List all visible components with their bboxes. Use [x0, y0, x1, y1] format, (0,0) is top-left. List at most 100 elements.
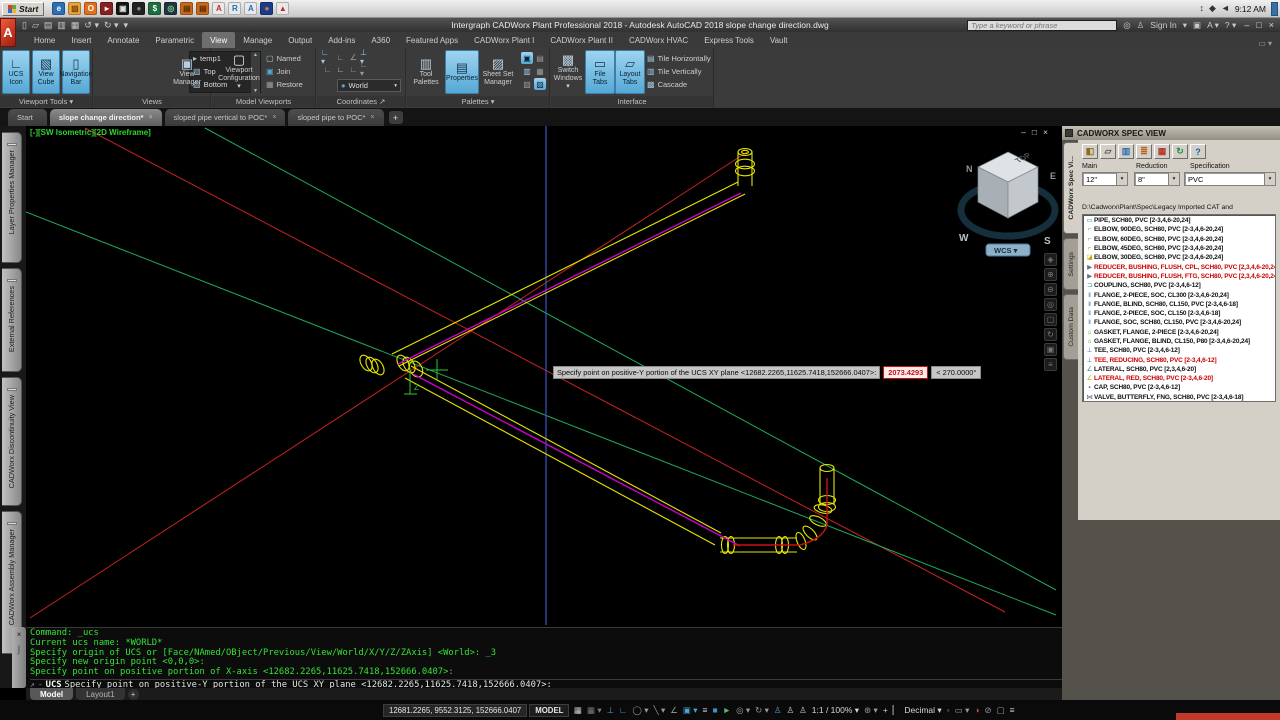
- chevron-down-icon[interactable]: ▾: [1264, 173, 1275, 185]
- spec-monitor-icon[interactable]: ▥: [1118, 144, 1134, 159]
- polar-tracking-icon[interactable]: ╲ ▾: [651, 703, 668, 718]
- spec-help-icon[interactable]: ?: [1190, 144, 1206, 159]
- distance-input[interactable]: 2073.4293: [883, 366, 929, 379]
- tray-network-icon[interactable]: ◆: [1209, 3, 1216, 14]
- qat-customize-icon[interactable]: ▾: [124, 20, 129, 31]
- tab-manage[interactable]: Manage: [235, 32, 280, 48]
- snap-mode-icon[interactable]: ▦ ▾: [584, 703, 604, 718]
- transparency-icon[interactable]: ■: [710, 703, 720, 718]
- search-input[interactable]: [967, 19, 1118, 31]
- new-tab-button[interactable]: +: [388, 111, 403, 124]
- panel-title-bar[interactable]: CADWORX SPEC VIEW: [1062, 126, 1280, 140]
- cascade-button[interactable]: ▩ Cascade: [647, 78, 711, 91]
- navigation-bar-button[interactable]: ▯ Navigation Bar: [59, 50, 93, 94]
- main-size-dropdown[interactable]: 12" ▾: [1082, 172, 1128, 186]
- model-tab[interactable]: Model: [30, 688, 74, 700]
- spec-item-tee-reducing[interactable]: ⊥ TEE, REDUCING, SCH80, PVC [2-3,4,6-12]: [1083, 355, 1275, 364]
- ribbon-minimize-icon[interactable]: ▭ ▾: [1258, 39, 1280, 48]
- grid-display-icon[interactable]: ▦: [571, 703, 584, 718]
- media-player-icon[interactable]: ▸: [100, 2, 114, 15]
- layout1-tab[interactable]: Layout1: [76, 688, 125, 700]
- viewport-configuration-button[interactable]: ▢ Viewport Configuration ▾: [216, 50, 262, 94]
- coordinates-readout[interactable]: 12681.2265, 9552.3125, 152666.0407: [383, 703, 528, 717]
- spec-item-elbow-45[interactable]: ⌐ ELBOW, 45DEG, SCH80, PVC [2-3,4,6-20,2…: [1083, 244, 1275, 253]
- spec-item-cap[interactable]: ▪ CAP, SCH80, PVC [2-3,4,6-12]: [1083, 383, 1275, 392]
- qat-saveas-icon[interactable]: ▥: [57, 20, 66, 31]
- spec-item-lateral[interactable]: ∠ LATERAL, SCH80, PVC [2,3,4,6-20]: [1083, 365, 1275, 374]
- object-snap-icon[interactable]: ▣ ▾: [680, 703, 700, 718]
- autocad-icon[interactable]: A: [212, 2, 226, 15]
- spec-item-coupling[interactable]: ⊐ COUPLING, SCH80, PVC [2-3,4,6-12]: [1083, 281, 1275, 290]
- chevron-down-icon[interactable]: ▾: [1116, 173, 1127, 185]
- view-manager-button[interactable]: ▣ View Manager: [168, 50, 206, 94]
- hardware-acceleration-icon[interactable]: ⊘: [982, 703, 994, 718]
- clock[interactable]: 9:12 AM: [1235, 4, 1266, 14]
- qat-undo-icon[interactable]: ↺ ▾: [84, 20, 99, 31]
- tab-cadworx-plant-1[interactable]: CADWorx Plant I: [466, 32, 542, 48]
- autoscale-icon[interactable]: ♙: [784, 703, 797, 718]
- firefox-icon[interactable]: ●: [260, 2, 274, 15]
- annotation-visibility-icon[interactable]: ♙: [771, 703, 784, 718]
- annotation-scale-people-icon[interactable]: ♙: [797, 703, 810, 718]
- qat-open-icon[interactable]: ▱: [32, 20, 39, 31]
- qat-plot-icon[interactable]: ▦: [71, 20, 80, 31]
- ucs-previous-button[interactable]: ∟: [334, 51, 347, 63]
- ucs-icon-button[interactable]: ∟ UCS Icon: [2, 50, 30, 94]
- close-icon[interactable]: ×: [1043, 127, 1048, 137]
- customization-icon[interactable]: ≡: [1007, 703, 1017, 718]
- autocad-application-menu[interactable]: A: [0, 18, 16, 47]
- command-line-window[interactable]: Command: _ucs Current ucs name: *WORLD* Sp…: [26, 627, 1062, 690]
- qat-save-icon[interactable]: ▤: [44, 20, 53, 31]
- spec-item-flange-blind[interactable]: ‖ FLANGE, BLIND, SCH80, CL150, PVC [2-3,…: [1083, 300, 1275, 309]
- spec-item-pipe[interactable]: ▭ PIPE, SCH80, PVC [2-3,4,6-20,24]: [1083, 216, 1275, 225]
- dev-tool-icon[interactable]: ◎: [164, 2, 178, 15]
- units-control[interactable]: Decimal ▾: [902, 703, 944, 718]
- ucs-z-button[interactable]: ∟: [347, 63, 360, 75]
- tab-cadworx-plant-2[interactable]: CADWorx Plant II: [542, 32, 621, 48]
- drawing-canvas[interactable]: Z N E W S TOP LEFT FRONT WCS ▾ [-][SW Is…: [26, 126, 1062, 625]
- annotation-monitor-icon[interactable]: +: [880, 703, 890, 718]
- file-tab-start[interactable]: Start: [8, 109, 47, 126]
- spec-item-flange-soc-cl150[interactable]: ‖ FLANGE, 2-PIECE, SOC, CL150 [2-3,4,6-1…: [1083, 309, 1275, 318]
- panel-label[interactable]: Palettes ▾: [407, 96, 549, 107]
- command-palette-titlebar[interactable]: × ⌡: [12, 627, 26, 688]
- tab-home[interactable]: Home: [26, 32, 63, 48]
- cadworx-spec-view-tab[interactable]: CADWorx Spec Vi...: [1063, 142, 1078, 234]
- properties-button[interactable]: ▤ Properties: [445, 50, 479, 94]
- show-desktop-button[interactable]: [1271, 1, 1278, 16]
- office-icon[interactable]: O: [84, 2, 98, 15]
- ucs-y-button[interactable]: ∟: [334, 63, 347, 75]
- new-layout-button[interactable]: +: [127, 688, 139, 700]
- tab-insert[interactable]: Insert: [63, 32, 99, 48]
- terminal-icon[interactable]: ▣: [116, 2, 130, 15]
- tab-a360[interactable]: A360: [363, 32, 398, 48]
- ucs-named-button[interactable]: ∟ ▾: [360, 60, 373, 78]
- menu-icon[interactable]: ≡: [1044, 358, 1057, 371]
- tab-cadworx-hvac[interactable]: CADWorx HVAC: [621, 32, 696, 48]
- spec-item-tee[interactable]: ⊥ TEE, SCH80, PVC [2-3,4,6-12]: [1083, 346, 1275, 355]
- tab-express-tools[interactable]: Express Tools: [696, 32, 762, 48]
- zoom-in-icon[interactable]: ⊕: [1044, 268, 1057, 281]
- minimize-icon[interactable]: –: [1021, 127, 1026, 137]
- cart-icon[interactable]: ▣: [1193, 20, 1201, 31]
- sign-in-link[interactable]: Sign In: [1150, 20, 1176, 30]
- a360-icon[interactable]: A ▾: [1207, 20, 1219, 31]
- tile-horizontally-button[interactable]: ▤ Tile Horizontally: [647, 52, 711, 65]
- view-icon[interactable]: ▣: [1044, 343, 1057, 356]
- disc-icon[interactable]: ●: [132, 2, 146, 15]
- panel-launcher-icon[interactable]: ↗: [379, 97, 385, 106]
- ortho-mode-icon[interactable]: ◯ ▾: [630, 703, 651, 718]
- lineweight-display-icon[interactable]: ≡: [700, 703, 710, 718]
- lineweight-bar-icon[interactable]: ▏: [890, 703, 902, 718]
- tab-featured-apps[interactable]: Featured Apps: [398, 32, 466, 48]
- markup-import-icon[interactable]: ▧: [521, 78, 533, 90]
- model-space-button[interactable]: MODEL: [529, 703, 570, 717]
- close-icon[interactable]: ×: [370, 114, 374, 121]
- spec-catalog-icon[interactable]: ▦: [1154, 144, 1170, 159]
- spec-item-elbow-90[interactable]: ⌐ ELBOW, 90DEG, SCH80, PVC [2-3,4,6-20,2…: [1083, 225, 1275, 234]
- banking-icon[interactable]: $: [148, 2, 162, 15]
- tab-parametric[interactable]: Parametric: [147, 32, 202, 48]
- named-button[interactable]: ▢ Named: [266, 52, 303, 65]
- tab-vault[interactable]: Vault: [762, 32, 796, 48]
- specification-dropdown[interactable]: PVC ▾: [1184, 172, 1276, 186]
